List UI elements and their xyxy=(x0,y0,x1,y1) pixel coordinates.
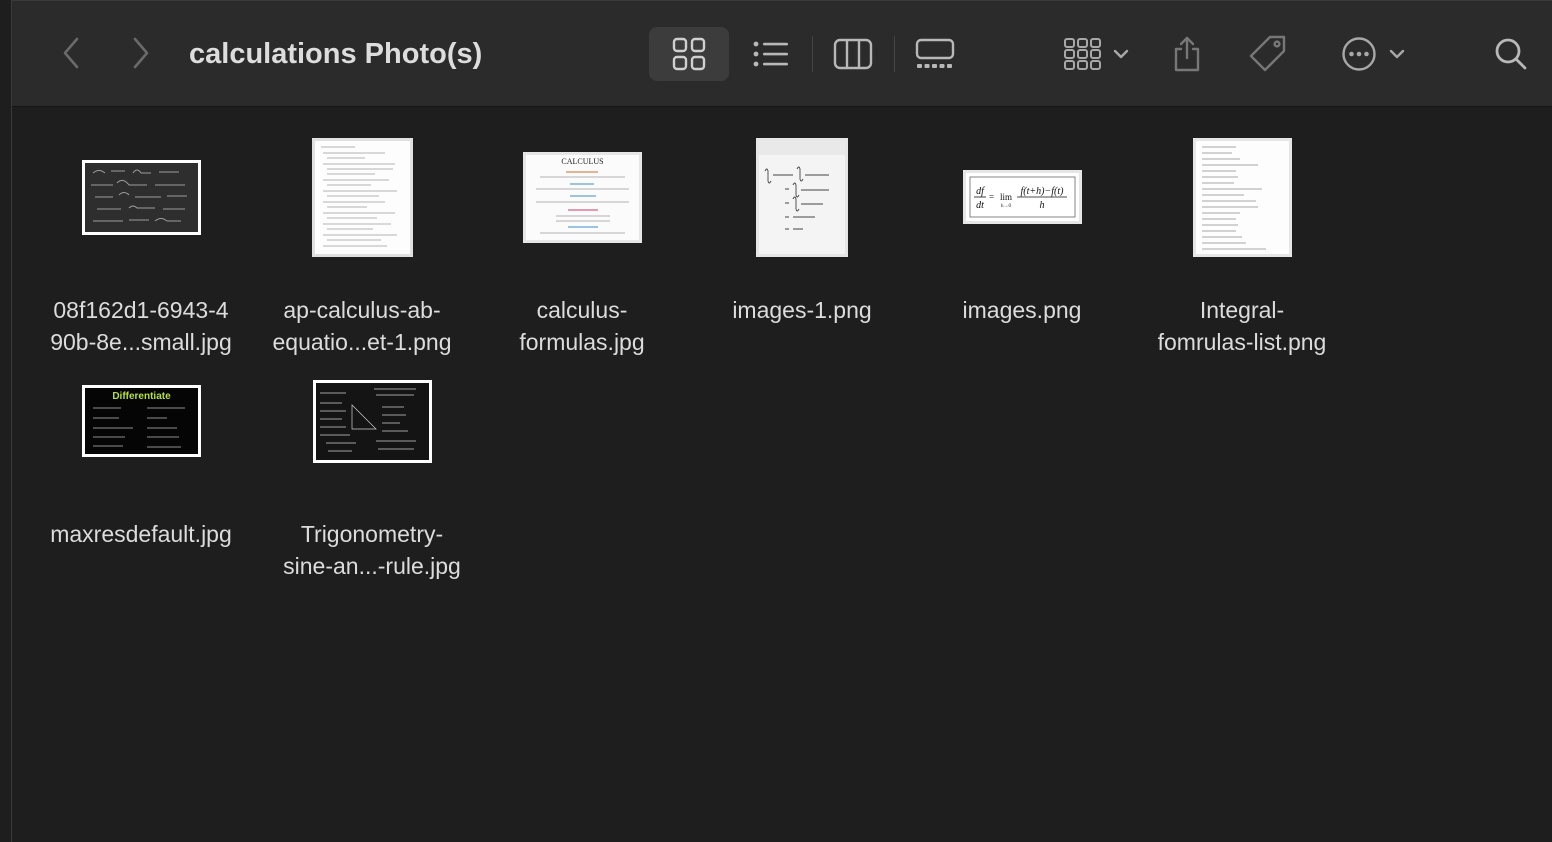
gallery-view-icon xyxy=(915,38,955,70)
file-grid: 08f162d1-6943-4 90b-8e...small.jpg ap-ca… xyxy=(12,107,1552,842)
search-button[interactable] xyxy=(1486,27,1536,81)
column-view-icon xyxy=(833,38,873,70)
file-name: calculus- formulas.jpg xyxy=(519,297,645,355)
chevron-right-icon xyxy=(131,36,151,70)
step-label: h xyxy=(1039,200,1044,211)
icon-view-button[interactable] xyxy=(649,27,729,81)
derivative-denominator-label: dt xyxy=(976,200,984,211)
toolbar-divider xyxy=(812,36,813,72)
thumb-heading: Differentiate xyxy=(112,391,171,402)
group-by-button[interactable] xyxy=(1050,27,1142,81)
image-thumbnail xyxy=(312,379,432,463)
search-icon xyxy=(1494,37,1528,71)
share-icon xyxy=(1172,35,1202,73)
icon-view-icon xyxy=(672,37,706,71)
gallery-view-button[interactable] xyxy=(902,27,968,81)
file-name: maxresdefault.jpg xyxy=(50,521,232,547)
file-name: 08f162d1-6943-4 90b-8e...small.jpg xyxy=(50,297,232,355)
image-thumbnail xyxy=(1192,137,1292,257)
forward-button[interactable] xyxy=(126,30,156,76)
limit-label: lim xyxy=(999,192,1011,202)
chevron-down-icon xyxy=(1113,49,1129,59)
chevron-down-icon xyxy=(1389,49,1405,59)
column-view-button[interactable] xyxy=(820,27,886,81)
image-thumbnail xyxy=(81,159,201,235)
svg-text:=: = xyxy=(989,192,994,202)
difference-quotient-label: f(t+h)−f(t) xyxy=(1020,186,1064,197)
thumb-title: CALCULUS xyxy=(561,157,603,166)
derivative-numerator-label: df xyxy=(976,186,985,197)
toolbar-divider xyxy=(894,36,895,72)
file-name: Integral- fomrulas-list.png xyxy=(1157,297,1327,355)
more-actions-button[interactable] xyxy=(1326,27,1420,81)
file-name: ap-calculus-ab- equatio...et-1.png xyxy=(272,297,452,355)
share-button[interactable] xyxy=(1162,27,1212,81)
chevron-left-icon xyxy=(61,36,81,70)
tag-button[interactable] xyxy=(1240,27,1296,81)
file-name: images-1.png xyxy=(732,297,872,323)
file-name: images.png xyxy=(962,297,1082,323)
list-view-icon xyxy=(753,40,789,68)
back-button[interactable] xyxy=(56,30,86,76)
svg-text:h→0: h→0 xyxy=(1001,204,1012,209)
tag-icon xyxy=(1248,34,1288,74)
group-grid-icon xyxy=(1063,37,1103,71)
file-name: Trigonometry- sine-an...-rule.jpg xyxy=(283,521,461,579)
image-thumbnail xyxy=(311,137,413,257)
image-thumbnail: df dt = lim h→0 f(t+h)−f(t) h xyxy=(962,170,1082,224)
list-view-button[interactable] xyxy=(738,27,804,81)
window-title: calculations Photo(s) xyxy=(189,38,483,70)
image-thumbnail: Differentiate xyxy=(81,385,201,457)
finder-window: calculations Photo(s) 08f162d1-6943-4 90… xyxy=(11,0,1552,842)
ellipsis-circle-icon xyxy=(1341,36,1377,72)
image-thumbnail: CALCULUS xyxy=(522,151,642,243)
toolbar: calculations Photo(s) xyxy=(12,0,1552,107)
image-thumbnail xyxy=(756,137,848,257)
